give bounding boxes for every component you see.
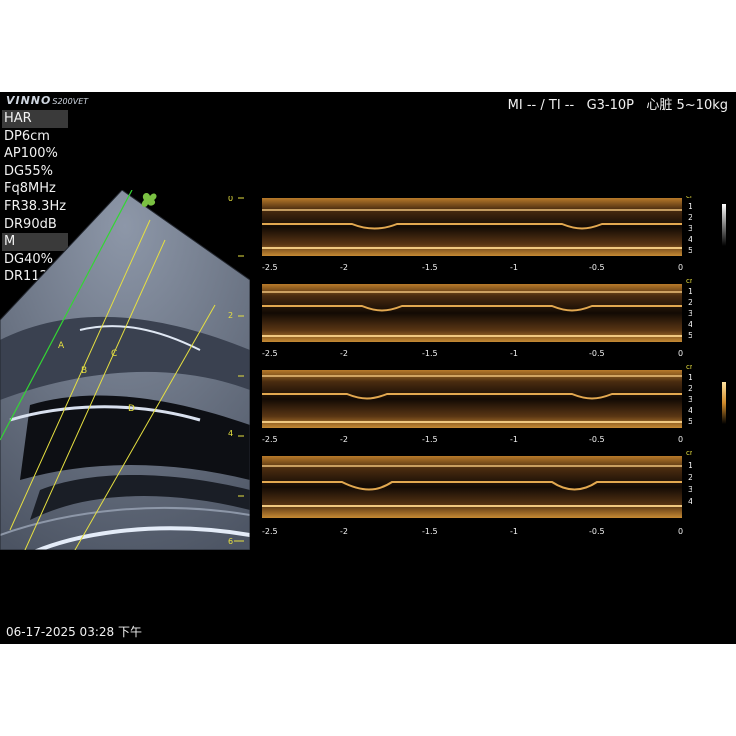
depth-unit: cm <box>686 277 692 285</box>
depth-tick: 2 <box>688 298 692 307</box>
m-mode-strip-4[interactable]: -2.5 -2 -1.5 -1 -0.5 0 cm 1 2 3 4 <box>262 449 692 536</box>
param-depth[interactable]: DP6cm <box>2 128 68 146</box>
time-tick: -1 <box>510 263 518 272</box>
depth-tick: 5 <box>688 417 692 426</box>
time-tick: 0 <box>678 527 683 536</box>
grayscale-colorbar <box>722 204 726 246</box>
time-tick: -2 <box>340 263 348 272</box>
depth-unit: cm <box>686 363 692 371</box>
time-tick: -2 <box>340 435 348 444</box>
depth-tick: 3 <box>688 224 692 233</box>
scanline-label-d: D <box>128 404 135 414</box>
time-axis-3: -2.5 -2 -1.5 -1 -0.5 0 <box>262 435 683 444</box>
depth-axis-1: cm 1 2 3 4 5 <box>686 196 692 255</box>
m-mode-strip-2[interactable]: -2.5 -2 -1.5 -1 -0.5 0 cm 1 2 3 4 5 <box>262 277 692 358</box>
time-tick: -1 <box>510 527 518 536</box>
depth-tick: 1 <box>688 461 692 470</box>
time-tick: -0.5 <box>589 435 605 444</box>
m-mode-strip-1[interactable]: -2.5 -2 -1.5 -1 -0.5 0 cm 1 2 3 4 5 <box>262 196 692 272</box>
param-gain[interactable]: DG55% <box>2 163 68 181</box>
depth-unit: cm <box>686 449 692 457</box>
scanline-label-b: B <box>81 366 87 376</box>
b-mode-sector-image[interactable]: A B C D <box>0 190 250 550</box>
depth-tick: 1 <box>688 202 692 211</box>
depth-tick: 4 <box>688 235 692 244</box>
depth-label-6: 6 <box>228 537 233 546</box>
time-tick: -1 <box>510 435 518 444</box>
mmode-colorbar <box>722 382 726 424</box>
probe-info: MI -- / TI -- G3-10P 心脏 5~10kg <box>507 98 728 113</box>
m-mode-strip-3[interactable]: -2.5 -2 -1.5 -1 -0.5 0 cm 1 2 3 4 5 <box>262 363 692 444</box>
depth-tick: 2 <box>688 213 692 222</box>
time-axis-2: -2.5 -2 -1.5 -1 -0.5 0 <box>262 349 683 358</box>
time-tick: -1.5 <box>422 349 438 358</box>
time-tick: -2.5 <box>262 527 278 536</box>
depth-tick: 3 <box>688 395 692 404</box>
depth-tick: 1 <box>688 287 692 296</box>
time-tick: -0.5 <box>589 349 605 358</box>
depth-tick: 5 <box>688 246 692 255</box>
depth-label-4: 4 <box>228 429 233 438</box>
time-tick: -2.5 <box>262 435 278 444</box>
time-tick: -2 <box>340 349 348 358</box>
time-axis-1: -2.5 -2 -1.5 -1 -0.5 0 <box>262 263 683 272</box>
brand-logo: VINNOS200VET <box>6 94 88 107</box>
depth-tick: 4 <box>688 497 692 506</box>
depth-axis-4: cm 1 2 3 4 <box>686 449 692 506</box>
depth-tick: 4 <box>688 320 692 329</box>
scanline-label-c: C <box>111 349 117 359</box>
date-time: 06-17-2025 03:28 下午 <box>6 625 142 639</box>
ultrasound-screen: VINNOS200VET MI -- / TI -- G3-10P 心脏 5~1… <box>0 92 736 644</box>
model-text: S200VET <box>52 97 89 106</box>
depth-axis-3: cm 1 2 3 4 5 <box>686 363 692 426</box>
param-har[interactable]: HAR <box>2 110 68 128</box>
depth-unit: cm <box>686 196 692 200</box>
time-axis-4: -2.5 -2 -1.5 -1 -0.5 0 <box>262 527 683 536</box>
time-tick: -1.5 <box>422 263 438 272</box>
time-tick: -2 <box>340 527 348 536</box>
time-tick: -1.5 <box>422 527 438 536</box>
param-acoustic-power[interactable]: AP100% <box>2 145 68 163</box>
depth-axis-2: cm 1 2 3 4 5 <box>686 277 692 340</box>
time-tick: 0 <box>678 349 683 358</box>
depth-tick: 3 <box>688 485 692 494</box>
m-mode-display[interactable]: -2.5 -2 -1.5 -1 -0.5 0 cm 1 2 3 4 5 - <box>262 196 692 546</box>
scanline-label-a: A <box>58 341 65 351</box>
time-tick: -0.5 <box>589 527 605 536</box>
depth-tick: 4 <box>688 406 692 415</box>
time-tick: -2.5 <box>262 349 278 358</box>
time-tick: -0.5 <box>589 263 605 272</box>
time-tick: 0 <box>678 435 683 444</box>
depth-tick: 3 <box>688 309 692 318</box>
depth-tick: 2 <box>688 473 692 482</box>
time-tick: -2.5 <box>262 263 278 272</box>
time-tick: 0 <box>678 263 683 272</box>
logo-text: VINNO <box>6 94 52 107</box>
depth-label-0: 0 <box>228 196 233 203</box>
depth-tick: 1 <box>688 373 692 382</box>
time-tick: -1.5 <box>422 435 438 444</box>
time-tick: -1 <box>510 349 518 358</box>
depth-tick: 5 <box>688 331 692 340</box>
depth-tick: 2 <box>688 384 692 393</box>
depth-scale: 0 2 4 6 <box>228 196 244 546</box>
depth-label-2: 2 <box>228 311 233 320</box>
probe-orientation-icon <box>141 193 157 207</box>
